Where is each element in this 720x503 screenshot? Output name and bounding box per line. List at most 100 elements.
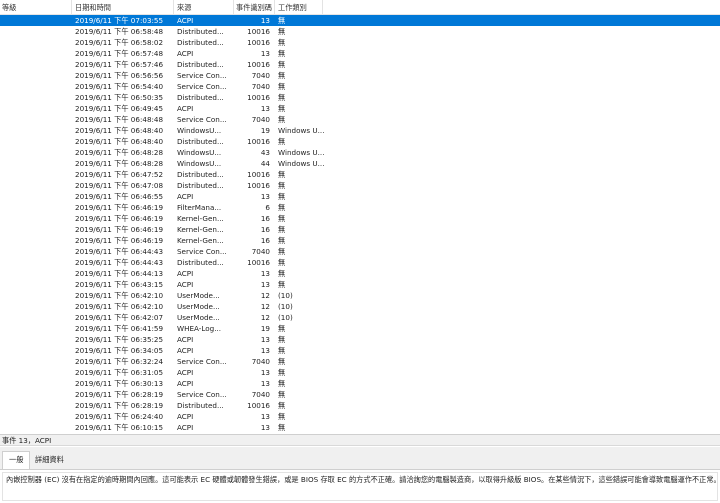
event-category: 無 — [278, 214, 286, 223]
event-category: 無 — [278, 170, 286, 179]
event-source: Service Con... — [177, 82, 227, 91]
event-row[interactable]: 錯誤2019/6/11 下午 06:31:05ACPI13無 — [0, 367, 720, 378]
event-row[interactable]: 錯誤2019/6/11 下午 06:35:25ACPI13無 — [0, 334, 720, 345]
event-row[interactable]: 錯誤2019/6/11 下午 06:57:48ACPI13無 — [0, 48, 720, 59]
event-row[interactable]: 資訊2019/6/11 下午 06:54:40Service Con...704… — [0, 81, 720, 92]
event-source: Service Con... — [177, 357, 227, 366]
event-category: 無 — [278, 357, 286, 366]
tab-details[interactable]: 詳細資料 — [29, 452, 70, 468]
event-row[interactable]: 資訊2019/6/11 下午 06:46:19Kernel-Gen...16無 — [0, 224, 720, 235]
event-datetime: 2019/6/11 下午 06:24:40 — [75, 412, 164, 421]
event-id: 10016 — [247, 38, 270, 47]
event-row[interactable]: 資訊2019/6/11 下午 06:48:28WindowsU...44Wind… — [0, 158, 720, 169]
event-datetime: 2019/6/11 下午 06:46:19 — [75, 236, 164, 245]
event-id: 12 — [260, 291, 270, 300]
event-category: 無 — [278, 269, 286, 278]
event-row[interactable]: 警告2019/6/11 下午 06:41:59WHEA-Log...19無 — [0, 323, 720, 334]
event-row[interactable]: 錯誤2019/6/11 下午 06:46:55ACPI13無 — [0, 191, 720, 202]
event-source: ACPI — [177, 16, 194, 25]
event-category: 無 — [278, 82, 286, 91]
event-datetime: 2019/6/11 下午 06:44:43 — [75, 258, 164, 267]
event-row[interactable]: 資訊2019/6/11 下午 06:46:19Kernel-Gen...16無 — [0, 235, 720, 246]
event-id: 6 — [265, 203, 270, 212]
event-row[interactable]: 錯誤2019/6/11 下午 06:10:15ACPI13無 — [0, 422, 720, 433]
event-id: 10016 — [247, 258, 270, 267]
event-id: 13 — [260, 412, 270, 421]
event-id: 10016 — [247, 27, 270, 36]
event-datetime: 2019/6/11 下午 06:46:55 — [75, 192, 164, 201]
event-row[interactable]: 警告2019/6/11 下午 06:47:52Distributed...100… — [0, 169, 720, 180]
event-row[interactable]: 警告2019/6/11 下午 06:58:48Distributed...100… — [0, 26, 720, 37]
event-category: 無 — [278, 71, 286, 80]
event-row[interactable]: 錯誤2019/6/11 下午 07:03:55ACPI13無 — [0, 15, 720, 26]
event-datetime: 2019/6/11 下午 06:42:07 — [75, 313, 164, 322]
event-id: 19 — [260, 126, 270, 135]
event-row[interactable]: 警告2019/6/11 下午 06:50:35Distributed...100… — [0, 92, 720, 103]
event-datetime: 2019/6/11 下午 06:28:19 — [75, 401, 164, 410]
event-datetime: 2019/6/11 下午 06:43:15 — [75, 280, 164, 289]
event-row[interactable]: 資訊2019/6/11 下午 06:44:43Service Con...704… — [0, 246, 720, 257]
event-row[interactable]: 資訊2019/6/11 下午 06:28:19Service Con...704… — [0, 389, 720, 400]
event-row[interactable]: 警告2019/6/11 下午 06:58:02Distributed...100… — [0, 37, 720, 48]
event-row[interactable]: 警告2019/6/11 下午 06:28:19Distributed...100… — [0, 400, 720, 411]
event-source: Distributed... — [177, 170, 224, 179]
event-description[interactable]: 內嵌控制器 (EC) 沒有在指定的逾時期間內回應。這可能表示 EC 硬體或韌體發… — [6, 475, 720, 485]
event-row[interactable]: 警告2019/6/11 下午 06:48:40Distributed...100… — [0, 136, 720, 147]
tab-general[interactable]: 一般 — [2, 451, 31, 470]
column-header-event-id[interactable]: 事件識別碼 — [236, 3, 272, 12]
event-datetime: 2019/6/11 下午 07:03:55 — [75, 16, 164, 25]
event-category: (10) — [278, 291, 293, 300]
event-row[interactable]: 資訊2019/6/11 下午 06:56:56Service Con...704… — [0, 70, 720, 81]
event-datetime: 2019/6/11 下午 06:57:46 — [75, 60, 164, 69]
event-category: 無 — [278, 203, 286, 212]
event-row[interactable]: 資訊2019/6/11 下午 06:48:28WindowsU...43Wind… — [0, 147, 720, 158]
event-source: ACPI — [177, 412, 194, 421]
event-category: 無 — [278, 93, 286, 102]
event-datetime: 2019/6/11 下午 06:35:25 — [75, 335, 164, 344]
event-datetime: 2019/6/11 下午 06:48:40 — [75, 126, 164, 135]
event-source: Distributed... — [177, 401, 224, 410]
event-row[interactable]: 資訊2019/6/11 下午 06:48:48Service Con...704… — [0, 114, 720, 125]
event-row[interactable]: 資訊2019/6/11 下午 06:46:19Kernel-Gen...16無 — [0, 213, 720, 224]
column-header-level[interactable]: 等級 — [2, 3, 16, 12]
event-row[interactable]: 資訊2019/6/11 下午 06:32:24Service Con...704… — [0, 356, 720, 367]
event-list-header: 等級 日期和時間 來源 事件識別碼 工作類別 — [0, 0, 720, 15]
event-id: 10016 — [247, 181, 270, 190]
event-id: 13 — [260, 368, 270, 377]
event-row[interactable]: 資訊2019/6/11 下午 06:42:10UserMode...12(10) — [0, 301, 720, 312]
event-list[interactable]: 等級 日期和時間 來源 事件識別碼 工作類別 錯誤2019/6/11 下午 07… — [0, 0, 720, 434]
event-id: 7040 — [251, 390, 270, 399]
event-row[interactable]: 資訊2019/6/11 下午 06:42:10UserMode...12(10) — [0, 290, 720, 301]
event-datetime: 2019/6/11 下午 06:31:05 — [75, 368, 164, 377]
event-id: 12 — [260, 313, 270, 322]
event-datetime: 2019/6/11 下午 06:49:45 — [75, 104, 164, 113]
column-header-datetime[interactable]: 日期和時間 — [75, 3, 111, 12]
event-row[interactable]: 錯誤2019/6/11 下午 06:34:05ACPI13無 — [0, 345, 720, 356]
event-row[interactable]: 警告2019/6/11 下午 06:57:46Distributed...100… — [0, 59, 720, 70]
event-source: Service Con... — [177, 71, 227, 80]
event-category: 無 — [278, 379, 286, 388]
event-description-panel: 內嵌控制器 (EC) 沒有在指定的逾時期間內回應。這可能表示 EC 硬體或韌體發… — [0, 469, 720, 503]
event-row[interactable]: 錯誤2019/6/11 下午 06:44:13ACPI13無 — [0, 268, 720, 279]
event-source: ACPI — [177, 192, 194, 201]
event-row[interactable]: 資訊2019/6/11 下午 06:42:07UserMode...12(10) — [0, 312, 720, 323]
event-datetime: 2019/6/11 下午 06:47:52 — [75, 170, 164, 179]
event-row[interactable]: 錯誤2019/6/11 下午 06:24:40ACPI13無 — [0, 411, 720, 422]
event-source: ACPI — [177, 280, 194, 289]
column-header-source[interactable]: 來源 — [177, 3, 191, 12]
event-row[interactable]: 錯誤2019/6/11 下午 06:30:13ACPI13無 — [0, 378, 720, 389]
event-id: 7040 — [251, 115, 270, 124]
event-row[interactable]: 警告2019/6/11 下午 06:44:43Distributed...100… — [0, 257, 720, 268]
column-header-category[interactable]: 工作類別 — [278, 3, 307, 12]
event-row[interactable]: 錯誤2019/6/11 下午 06:43:15ACPI13無 — [0, 279, 720, 290]
event-row[interactable]: 錯誤2019/6/11 下午 06:49:45ACPI13無 — [0, 103, 720, 114]
event-source: WindowsU... — [177, 148, 222, 157]
event-id: 10016 — [247, 60, 270, 69]
event-source: Distributed... — [177, 27, 224, 36]
event-row[interactable]: 資訊2019/6/11 下午 06:48:40WindowsU...19Wind… — [0, 125, 720, 136]
event-source: FilterMana... — [177, 203, 222, 212]
event-category: 無 — [278, 258, 286, 267]
event-row[interactable]: 警告2019/6/11 下午 06:47:08Distributed...100… — [0, 180, 720, 191]
event-category: (10) — [278, 302, 293, 311]
event-row[interactable]: 資訊2019/6/11 下午 06:46:19FilterMana...6無 — [0, 202, 720, 213]
